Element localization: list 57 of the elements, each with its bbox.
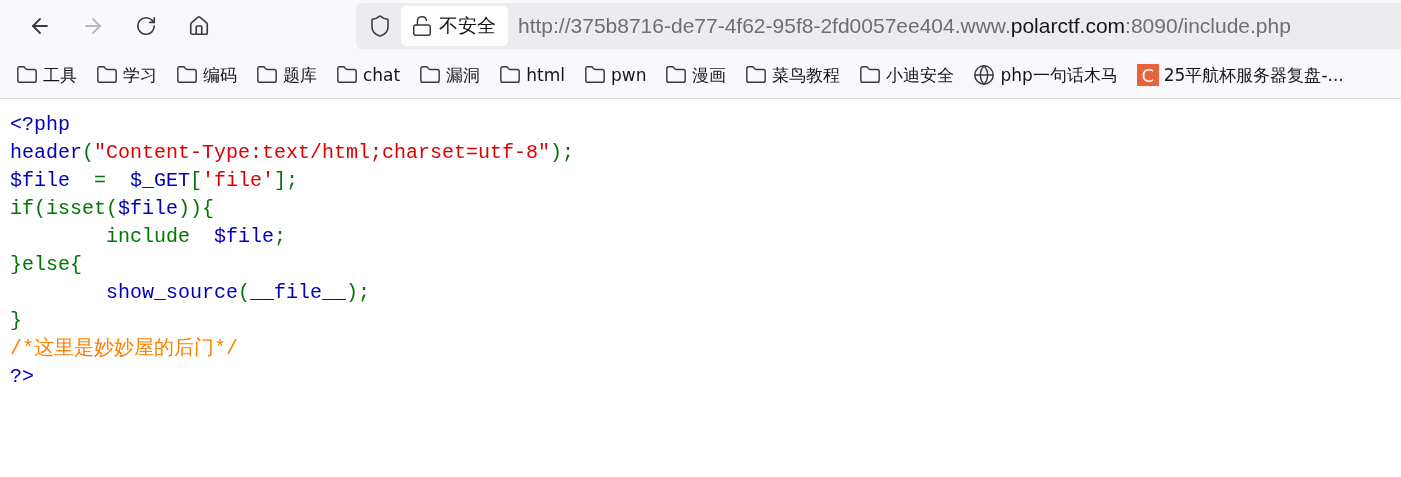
folder-icon	[256, 64, 278, 86]
bookmark-label: 漫画	[692, 63, 727, 87]
code-line: /*这里是妙妙屋的后门*/	[10, 336, 238, 362]
bookmark[interactable]: 小迪安全	[859, 63, 955, 87]
code-line: if(isset($file)){	[10, 196, 215, 222]
shield-icon[interactable]	[368, 14, 392, 38]
bookmark[interactable]: 漫画	[665, 63, 727, 87]
folder-icon	[176, 64, 198, 86]
url-text: http://375b8716-de77-4f62-95f8-2fd0057ee404.www.polarctf.com:8090/include.php	[518, 14, 1291, 38]
bookmark[interactable]: 菜鸟教程	[745, 63, 841, 87]
site-icon: C	[1136, 64, 1159, 86]
bookmark[interactable]: 编码	[176, 63, 237, 87]
bookmark-label: pwn	[610, 65, 647, 85]
folder-icon	[665, 64, 688, 86]
bookmark-label: 漏洞	[446, 63, 481, 87]
security-badge[interactable]: 不安全	[401, 6, 508, 46]
bookmark-label: 学习	[123, 63, 157, 87]
folder-icon	[859, 64, 882, 86]
folder-icon	[499, 64, 522, 86]
code-line: }	[10, 308, 22, 334]
bookmark[interactable]: C 25平航杯服务器复盘-...	[1136, 63, 1344, 87]
folder-icon	[419, 64, 442, 86]
code-line: header("Content-Type:text/html;charset=utf-8");	[10, 140, 575, 166]
bookmark[interactable]: html	[499, 64, 565, 86]
bookmark[interactable]: php一句话木马	[973, 63, 1118, 87]
lock-icon	[411, 15, 433, 37]
code-line: <?php	[10, 112, 70, 138]
bookmark-label: 小迪安全	[886, 63, 955, 87]
code-line: ?>	[10, 364, 34, 390]
bookmark-label: html	[526, 65, 565, 85]
bookmark[interactable]: pwn	[583, 64, 647, 86]
security-label: 不安全	[439, 13, 496, 38]
bookmark-label: php一句话木马	[1000, 63, 1118, 87]
folder-icon	[745, 64, 768, 86]
reload-icon	[135, 15, 157, 37]
bookmark-label: 菜鸟教程	[772, 63, 841, 87]
bookmark[interactable]: 题库	[256, 63, 317, 87]
folder-icon	[96, 64, 118, 86]
folder-icon	[583, 64, 606, 86]
bookmark-label: 编码	[203, 63, 237, 87]
bookmark[interactable]: 学习	[96, 63, 157, 87]
bookmark-label: 工具	[43, 63, 77, 87]
code-line: }else{	[10, 252, 82, 278]
globe-icon	[973, 64, 996, 86]
address-bar[interactable]: 不安全 http://375b8716-de77-4f62-95f8-2fd0057ee404.www.polarctf.com:8090/include.php	[356, 3, 1401, 49]
folder-icon	[16, 64, 38, 86]
bookmark[interactable]: 漏洞	[419, 63, 481, 87]
folder-icon	[336, 64, 358, 86]
home-icon	[188, 15, 210, 37]
bookmark[interactable]: 工具	[16, 63, 77, 87]
code-line: $file = $_GET['file'];	[10, 168, 299, 194]
code-line: show_source(__file__);	[105, 280, 371, 306]
bookmark-label: 题库	[283, 63, 317, 87]
bookmark[interactable]: chat	[336, 64, 401, 86]
bookmark-label: 25平航杯服务器复盘-...	[1163, 63, 1344, 87]
bookmark-label: chat	[363, 65, 401, 85]
code-line: include $file;	[105, 224, 287, 250]
